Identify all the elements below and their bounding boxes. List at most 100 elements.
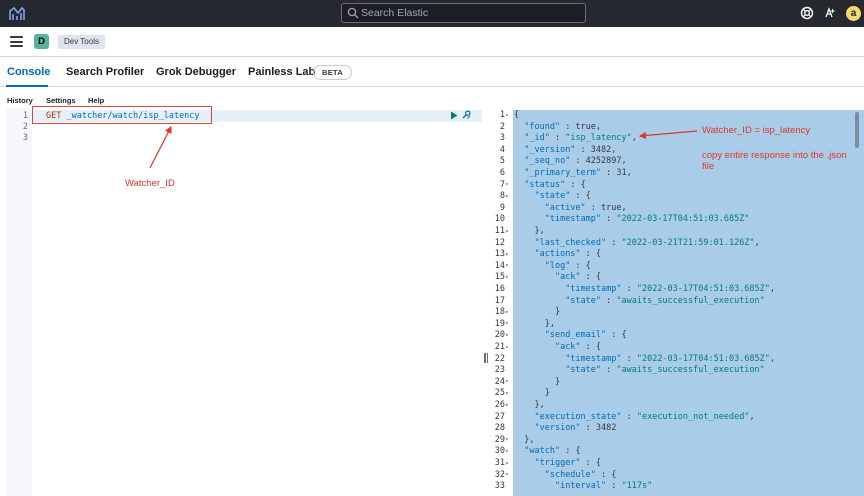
- active-tab-indicator: [6, 85, 48, 87]
- line-number: 6: [499, 168, 505, 178]
- response-line: },: [514, 226, 545, 236]
- line-number: 32: [494, 469, 505, 480]
- response-line: "execution_state" : "execution_not_neede…: [534, 411, 755, 422]
- tab-search-profiler[interactable]: Search Profiler: [66, 66, 144, 78]
- fold-toggle-icon[interactable]: ▾: [505, 390, 512, 397]
- search-icon: [347, 7, 359, 19]
- line-number: 24: [494, 376, 505, 387]
- response-line: "_id" : "isp_latency",: [524, 133, 637, 144]
- user-avatar[interactable]: a: [846, 6, 861, 21]
- space-avatar[interactable]: D: [34, 34, 49, 49]
- fold-toggle-icon[interactable]: ▾: [505, 112, 512, 119]
- line-number: 18: [494, 307, 505, 318]
- response-line: "timestamp" : "2022-03-17T04:51:03.685Z"…: [565, 284, 776, 294]
- line-number: 1: [22, 111, 28, 121]
- help-link[interactable]: Help: [88, 96, 104, 105]
- wrench-icon[interactable]: [461, 110, 471, 120]
- global-search[interactable]: Search Elastic: [341, 3, 586, 23]
- line-number: 10: [494, 214, 505, 225]
- line-number: 3: [499, 133, 505, 144]
- line-number: 2: [22, 122, 28, 132]
- line-number: 9: [499, 202, 505, 213]
- response-line: "trigger" : {: [534, 458, 602, 468]
- fold-toggle-icon[interactable]: ▾: [505, 471, 512, 478]
- breadcrumb-bar: D Dev Tools: [0, 27, 864, 57]
- top-header: Search Elastic a: [0, 0, 864, 27]
- copy-response-note: copy entire response into the .json: [702, 150, 847, 161]
- fold-toggle-icon[interactable]: ▾: [505, 344, 512, 351]
- request-editor[interactable]: 1 2 3 GET _watcher/watch/isp_latency: [6, 108, 482, 496]
- response-line: "_version" : 3482,: [524, 144, 617, 155]
- line-number: 5: [499, 156, 505, 167]
- fold-toggle-icon[interactable]: ▾: [505, 448, 512, 455]
- send-request-icon[interactable]: [450, 111, 458, 120]
- response-line: "_seq_no" : 4252897,: [524, 156, 627, 167]
- elastic-logo-icon[interactable]: [8, 5, 26, 22]
- fold-toggle-icon[interactable]: ▾: [505, 193, 512, 200]
- line-number: 3: [22, 133, 28, 143]
- response-line: "last_checked" : "2022-03-21T21:59:01.12…: [534, 237, 760, 248]
- response-line: }: [514, 376, 561, 387]
- line-number: 7: [499, 179, 505, 190]
- fold-toggle-icon[interactable]: ▾: [505, 460, 512, 467]
- hamburger-icon: [10, 36, 23, 38]
- editor-divider: [482, 108, 488, 496]
- newsfeed-icon[interactable]: [823, 6, 837, 20]
- fold-toggle-icon[interactable]: ▾: [505, 332, 512, 339]
- fold-toggle-icon[interactable]: ▾: [505, 251, 512, 258]
- line-number: 4: [499, 144, 505, 155]
- response-line: "timestamp" : "2022-03-17T04:51:03.685Z"…: [565, 353, 776, 364]
- tab-console[interactable]: Console: [7, 66, 50, 78]
- watcher-id-equals-annotation: Watcher_ID = isp_latency: [702, 125, 811, 136]
- copy-response-note-2: file: [702, 161, 715, 172]
- line-number: 11: [494, 226, 505, 236]
- resize-handle[interactable]: [484, 350, 489, 363]
- response-line: "state" : "awaits_successful_execution": [565, 365, 765, 376]
- line-number: 8: [499, 191, 505, 202]
- response-line: "timestamp" : "2022-03-17T04:51:03.685Z": [544, 214, 750, 225]
- response-line: "found" : true,: [524, 121, 602, 132]
- response-line: },: [514, 318, 555, 329]
- response-line: "_primary_term" : 31,: [524, 168, 632, 178]
- response-line: "status" : {: [524, 179, 586, 190]
- response-line: }: [514, 307, 561, 318]
- line-number: 17: [494, 295, 505, 306]
- fold-toggle-icon[interactable]: ▾: [505, 262, 512, 269]
- line-number: 16: [494, 284, 505, 294]
- response-line: "interval" : "117s": [554, 481, 653, 492]
- dev-tools-tabs: Console Search Profiler Grok Debugger Pa…: [0, 57, 864, 87]
- response-line: "version" : 3482: [534, 423, 617, 434]
- fold-toggle-icon[interactable]: ▾: [505, 402, 512, 409]
- settings-link[interactable]: Settings: [46, 96, 76, 105]
- fold-toggle-icon[interactable]: ▾: [505, 436, 512, 443]
- tab-grok-debugger[interactable]: Grok Debugger: [156, 66, 236, 78]
- fold-toggle-icon[interactable]: ▾: [505, 181, 512, 188]
- watcher-id-annotation: Watcher_ID: [125, 178, 175, 189]
- line-number: 30: [494, 446, 505, 457]
- beta-badge: BETA: [313, 65, 353, 80]
- response-line: },: [514, 400, 545, 410]
- fold-toggle-icon[interactable]: ▾: [505, 274, 512, 281]
- line-number: 2: [499, 121, 505, 132]
- fold-toggle-icon[interactable]: ▾: [505, 378, 512, 385]
- response-line: },: [514, 434, 535, 445]
- breadcrumb-dev-tools: Dev Tools: [58, 35, 105, 49]
- fold-toggle-icon[interactable]: ▾: [505, 228, 512, 235]
- line-number: 15: [494, 272, 505, 283]
- request-annotation-box: [32, 106, 212, 124]
- response-line: }: [514, 388, 550, 399]
- line-number: 20: [494, 330, 505, 341]
- response-line: "state" : "awaits_successful_execution": [565, 295, 765, 306]
- response-line: "state" : {: [534, 191, 591, 202]
- tab-painless-lab[interactable]: Painless Lab: [248, 66, 315, 78]
- menu-toggle-button[interactable]: [10, 36, 23, 47]
- help-icon[interactable]: [800, 6, 814, 20]
- fold-toggle-icon[interactable]: ▾: [505, 309, 512, 316]
- response-line: {: [514, 110, 520, 120]
- response-line: "active" : true,: [544, 202, 627, 213]
- fold-toggle-icon[interactable]: ▾: [505, 320, 512, 327]
- dev-tools-app: Search Elastic a D Dev Tools Console Sea…: [0, 0, 864, 496]
- line-number: 1: [499, 110, 505, 120]
- response-scrollbar[interactable]: [855, 112, 859, 148]
- history-link[interactable]: History: [7, 96, 33, 105]
